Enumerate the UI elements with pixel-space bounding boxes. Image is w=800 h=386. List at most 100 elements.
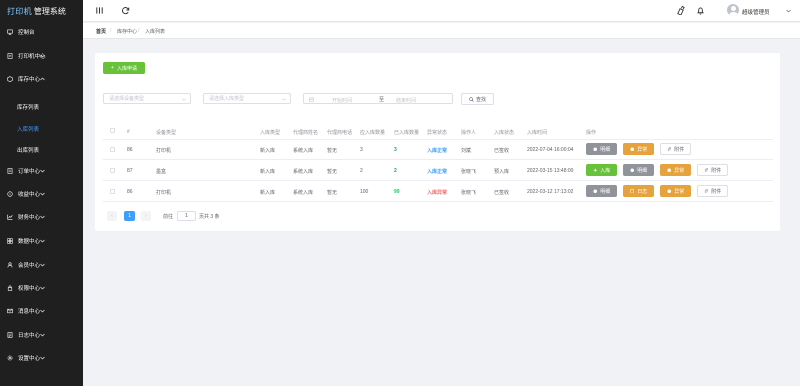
data-icon (7, 238, 13, 244)
sidebar-item-label: 数据中心 (18, 239, 41, 245)
chevron-down-icon (282, 98, 286, 101)
attachment-button[interactable]: 附件 (660, 143, 691, 155)
col-header-received-qty: 已入库数量 (394, 130, 420, 136)
prev-page-button[interactable]: ‹ (107, 211, 117, 221)
cell-id: 86 (127, 147, 133, 153)
cell-agent-name: 系统入库 (293, 169, 314, 175)
sidebar-item-finance[interactable]: 财务中心 (0, 210, 83, 224)
plus-icon: + (111, 65, 114, 71)
goto-label: 前往 (163, 213, 174, 220)
date-start-input[interactable]: 开始时间 (332, 97, 352, 104)
stock-in-button[interactable]: 入库 (586, 164, 617, 176)
date-end-input[interactable]: 结束时间 (396, 97, 416, 104)
bell-icon[interactable] (696, 6, 705, 15)
page-number[interactable]: 1 (124, 211, 135, 221)
sidebar-item-inventory[interactable]: 库存中心 (0, 72, 83, 86)
sidebar-item-members[interactable]: 会员中心 (0, 258, 83, 272)
sidebar-item-permissions[interactable]: 权限中心 (0, 281, 83, 295)
cell-agent-phone: 暂无 (327, 169, 338, 175)
attachment-label: 附件 (711, 167, 722, 174)
sidebar-item-revenue[interactable]: 收益中心 (0, 187, 83, 201)
col-header-agent-name: 代理商姓名 (293, 130, 319, 136)
select-all-checkbox[interactable] (110, 128, 115, 133)
order-icon (7, 168, 13, 174)
sidebar-subitem-stock-list[interactable]: 库存列表 (0, 100, 83, 113)
search-button[interactable]: 查找 (461, 93, 494, 105)
stock-type-placeholder: 请选择入库类型 (209, 96, 245, 102)
sidebar-item-orders[interactable]: 订单中心 (0, 164, 83, 178)
next-page-button[interactable]: › (141, 211, 151, 221)
sidebar-item-settings[interactable]: 设置中心 (0, 351, 83, 365)
username[interactable]: 超级管理员 (742, 8, 770, 16)
breadcrumb-inventory[interactable]: 库存中心 (114, 26, 140, 36)
cell-device-type: 打印机 (156, 148, 172, 154)
coin-icon (7, 191, 13, 197)
app-title: 管理系统 (33, 6, 66, 16)
detail-icon (593, 189, 597, 193)
detail-button[interactable]: 明细 (586, 143, 617, 155)
detail-button[interactable]: 明细 (586, 185, 617, 197)
attachment-button[interactable]: 附件 (697, 185, 728, 197)
date-range-picker[interactable]: 开始时间 至 结束时间 (303, 93, 453, 104)
divider (103, 159, 773, 160)
log-button[interactable]: 日志 (623, 185, 654, 197)
sidebar-item-printer[interactable]: 打印机中心 (0, 49, 83, 63)
sidebar-subitem-stock-out[interactable]: 出库列表 (0, 143, 83, 156)
sidebar-item-label: 设置中心 (18, 356, 41, 362)
attachment-label: 附件 (711, 188, 722, 195)
add-stock-in-button[interactable]: + 入库申请 (103, 62, 145, 74)
goto-page-input[interactable] (177, 211, 196, 221)
sidebar-item-logs[interactable]: 日志中心 (0, 328, 83, 342)
exception-button[interactable]: 异常 (660, 185, 691, 197)
row-checkbox[interactable] (110, 147, 115, 152)
sidebar-item-label: 控制台 (18, 30, 35, 36)
sidebar-item-data[interactable]: 数据中心 (0, 234, 83, 248)
printer-icon (7, 53, 13, 59)
cell-received-qty: 3 (394, 147, 397, 153)
cell-received-qty: 99 (394, 189, 400, 195)
stock-in-label: 入库 (600, 167, 611, 174)
row-checkbox[interactable] (110, 189, 115, 194)
attachment-button[interactable]: 附件 (697, 164, 728, 176)
sidebar-item-label: 日志中心 (18, 333, 41, 339)
cell-stock-state: 已签收 (494, 148, 510, 154)
exception-button[interactable]: 异常 (623, 143, 654, 155)
chart-icon (7, 214, 13, 220)
row-checkbox[interactable] (110, 168, 115, 173)
user-icon (7, 262, 13, 268)
cell-device-type: 打印机 (156, 190, 172, 196)
plus-icon (593, 168, 597, 172)
divider (103, 139, 773, 140)
col-header-agent-phone: 代理商电话 (327, 130, 353, 136)
breadcrumb-separator: / (110, 28, 112, 34)
breadcrumb-home[interactable]: 首页 (93, 26, 109, 36)
main-card: + 入库申请 请选择设备类型 请选择入库类型 开始时间 至 结束时间 查找 # … (95, 53, 780, 231)
cell-agent-phone: 暂无 (327, 190, 338, 196)
app-logo[interactable]: 打印机 管理系统 (0, 0, 83, 22)
cell-stock-type: 新入库 (260, 169, 276, 175)
avatar[interactable] (727, 4, 739, 16)
device-type-select[interactable]: 请选择设备类型 (103, 93, 191, 104)
menu-toggle-icon[interactable] (95, 6, 104, 15)
cell-received-qty: 2 (394, 168, 397, 174)
paperclip-icon (704, 188, 708, 193)
refresh-icon[interactable] (121, 6, 130, 15)
sidebar-subitem-stock-in[interactable]: 入库列表 (0, 122, 83, 135)
col-header-operator: 操作人 (461, 130, 477, 136)
cell-exception-status: 入库异常 (427, 190, 448, 196)
exception-button[interactable]: 异常 (660, 164, 691, 176)
divider (103, 201, 773, 202)
gear-icon (7, 355, 13, 361)
clear-cache-icon[interactable] (676, 5, 685, 16)
search-icon (469, 96, 474, 102)
sidebar-item-messages[interactable]: 消息中心 (0, 304, 83, 318)
chevron-down-icon[interactable] (786, 9, 791, 13)
cell-id: 87 (127, 168, 133, 174)
sidebar-item-dashboard[interactable]: 控制台 (0, 25, 83, 39)
cell-stock-type: 新入库 (260, 148, 276, 154)
detail-button[interactable]: 明细 (623, 164, 654, 176)
stock-type-select[interactable]: 请选择入库类型 (203, 93, 291, 104)
detail-icon (593, 147, 597, 151)
app-brand: 打印机 (7, 6, 32, 16)
detail-label: 明细 (600, 146, 611, 153)
